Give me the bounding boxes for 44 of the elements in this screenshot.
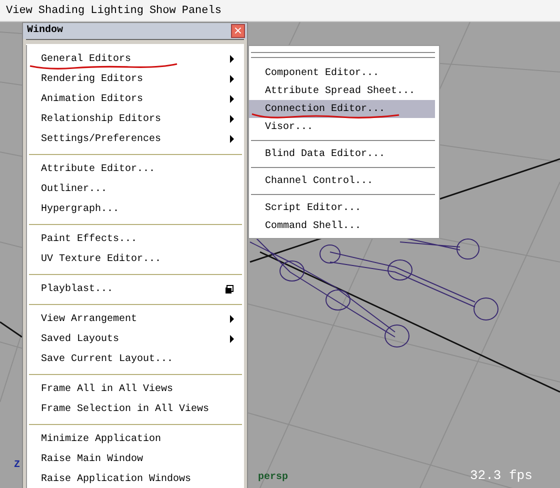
menu-item[interactable]: Paint Effects... [27, 229, 244, 249]
menu-bar-item[interactable]: Shading [38, 4, 85, 16]
menu-item[interactable]: Hypergraph... [27, 199, 244, 219]
submenu-arrow-icon [230, 115, 234, 123]
menu-item[interactable]: Attribute Editor... [27, 159, 244, 179]
menu-item[interactable]: Frame Selection in All Views [27, 399, 244, 419]
menu-bar-item[interactable]: Panels [182, 4, 222, 16]
menu-item[interactable]: Relationship Editors [27, 109, 244, 129]
menu-item[interactable]: Command Shell... [249, 217, 435, 235]
submenu-arrow-icon [230, 335, 234, 343]
window-title: Window [27, 25, 64, 36]
menu-item[interactable]: Settings/Preferences [27, 129, 244, 149]
menu-item[interactable]: Playblast... [27, 279, 244, 299]
camera-label: persp [258, 472, 288, 483]
submenu-arrow-icon [230, 135, 234, 143]
menu-item[interactable]: General Editors [27, 49, 244, 69]
menu-item[interactable]: UV Texture Editor... [27, 249, 244, 269]
menu-bar-item[interactable]: Show [149, 4, 176, 16]
menu-item[interactable]: Rendering Editors [27, 69, 244, 89]
menu-item[interactable]: Frame All in All Views [27, 379, 244, 399]
menu-item[interactable]: Raise Application Windows [27, 469, 244, 488]
menu-item[interactable]: Visor... [249, 118, 435, 136]
menu-item[interactable]: Attribute Spread Sheet... [249, 82, 435, 100]
menu-item[interactable]: Raise Main Window [27, 449, 244, 469]
submenu-arrow-icon [230, 75, 234, 83]
menu-item[interactable]: Saved Layouts [27, 329, 244, 349]
menu-item[interactable]: Component Editor... [249, 64, 435, 82]
menu-item[interactable]: View Arrangement [27, 309, 244, 329]
option-box-icon[interactable] [225, 284, 234, 294]
submenu-arrow-icon [230, 95, 234, 103]
menu-item[interactable]: Channel Control... [249, 172, 435, 190]
fps-readout: 32.3 fps [470, 468, 532, 483]
menu-item[interactable]: Script Editor... [249, 199, 435, 217]
menu-bar-item[interactable]: Lighting [90, 4, 144, 16]
menu-item[interactable]: Minimize Application [27, 429, 244, 449]
menu-item[interactable]: Save Current Layout... [27, 349, 244, 369]
menu-item[interactable]: Outliner... [27, 179, 244, 199]
submenu-arrow-icon [230, 55, 234, 63]
menu-item[interactable]: Animation Editors [27, 89, 244, 109]
axis-label: Z [14, 460, 20, 471]
menu-item[interactable]: Blind Data Editor... [249, 145, 435, 163]
menu-item[interactable]: Connection Editor... [249, 100, 435, 118]
menu-bar-item[interactable]: View [6, 4, 32, 16]
submenu-arrow-icon [230, 315, 234, 323]
